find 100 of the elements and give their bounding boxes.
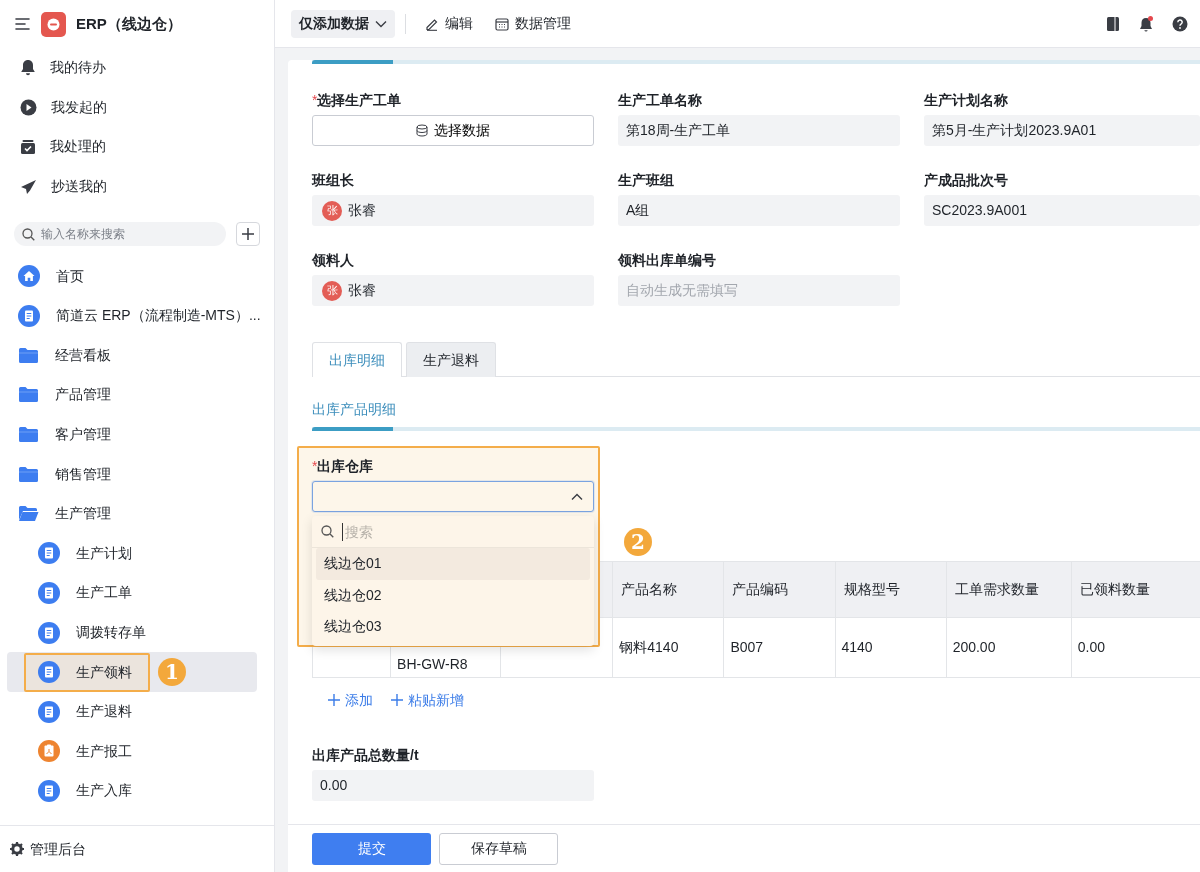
chevron-down-icon <box>375 19 387 28</box>
home-icon <box>18 265 40 288</box>
nav-item[interactable]: 生产报工 <box>7 731 257 772</box>
folder-icon <box>18 465 39 483</box>
column-header: 规格型号 <box>843 581 900 597</box>
nav-item[interactable]: 调拨转存单 <box>7 612 257 653</box>
nav-item[interactable]: 生产计划 <box>7 533 257 574</box>
step-badge: 1 <box>158 658 186 687</box>
nav-item-label: 生产领料 <box>76 662 132 682</box>
form-tab[interactable]: 出库明细 <box>312 342 402 377</box>
folder-icon <box>18 346 39 364</box>
nav-item-row[interactable]: 生产领料 1 <box>7 652 257 692</box>
dropdown-option[interactable]: 线边仓03 <box>316 611 590 643</box>
search-field[interactable]: 输入名称来搜索 <box>41 225 201 244</box>
send-icon <box>20 178 37 195</box>
menu-icon[interactable] <box>15 17 31 31</box>
plus-icon <box>328 694 340 706</box>
field-label: 生产计划名称 <box>924 91 1009 110</box>
nav-item[interactable]: 生产退料 <box>7 691 257 732</box>
form-tab[interactable]: 生产退料 <box>406 342 496 377</box>
table-cell: B007 <box>730 639 764 655</box>
search-icon <box>321 525 334 538</box>
dropdown-option[interactable]: 线边仓02 <box>316 579 590 611</box>
document-icon <box>38 621 60 644</box>
plus-icon <box>241 227 255 242</box>
gear-icon <box>10 842 24 856</box>
bell-icon <box>20 59 36 77</box>
pencil-icon <box>425 16 439 31</box>
total-field: 0.00 <box>312 770 594 801</box>
add-row-link[interactable]: 添加 <box>328 690 373 710</box>
dropdown-search-field[interactable]: 搜索 <box>342 522 542 541</box>
nav-item[interactable]: 首页 <box>7 256 257 296</box>
nav-item[interactable]: 生产管理 <box>7 493 257 534</box>
nav-item[interactable]: 销售管理 <box>7 454 257 494</box>
document-icon <box>38 542 60 565</box>
sidebar-shortcut[interactable]: 我发起的 <box>0 87 274 128</box>
nav-item[interactable]: 产品管理 <box>7 375 257 415</box>
field-label: 生产班组 <box>618 171 675 190</box>
search-icon <box>22 227 35 241</box>
inbox-icon <box>20 139 36 155</box>
field-label: *选择生产工单 <box>312 91 403 110</box>
document-icon <box>38 779 60 802</box>
sidebar-shortcut[interactable]: 我的待办 <box>0 48 274 88</box>
sidebar-shortcut[interactable]: 抄送我的 <box>0 166 274 207</box>
table-cell: 4140 <box>841 639 873 655</box>
nav-item[interactable]: 经营看板 <box>7 335 257 376</box>
table-cell: 0.00 <box>1077 639 1105 655</box>
sidebar-shortcut[interactable]: 我处理的 <box>0 127 274 167</box>
logo-mark-icon <box>47 17 60 31</box>
column-header: 产品编码 <box>732 581 789 597</box>
field-label: 生产工单名称 <box>618 91 703 110</box>
calendar-icon <box>495 16 509 31</box>
folder-icon <box>18 386 39 404</box>
nav-item[interactable]: 生产工单 <box>7 573 257 613</box>
clipboard-icon <box>38 740 60 763</box>
app-title: ERP（线边仓） <box>76 13 182 34</box>
admin-link[interactable]: 管理后台 <box>0 825 274 872</box>
mode-dropdown[interactable]: 仅添加数据 <box>291 9 395 38</box>
user-field: 张 张睿 <box>312 195 594 226</box>
help-icon[interactable] <box>1172 15 1188 32</box>
user-field: 张 张睿 <box>312 275 594 306</box>
nav-item[interactable]: 生产入库 <box>7 771 257 811</box>
field-label: 出库产品总数量/t <box>312 746 420 765</box>
field-label: 班组长 <box>312 171 355 190</box>
plus-icon <box>391 694 403 706</box>
nav-item[interactable]: 客户管理 <box>7 414 257 455</box>
data-manage-button[interactable]: 数据管理 <box>490 13 576 34</box>
add-row-link[interactable]: 粘贴新增 <box>391 690 464 710</box>
column-header: 产品名称 <box>621 581 678 597</box>
notebook-icon[interactable] <box>1106 15 1120 32</box>
step-badge: 2 <box>624 528 652 556</box>
add-button[interactable] <box>236 222 260 247</box>
search-box[interactable]: 输入名称来搜索 <box>14 222 226 247</box>
section-title: 出库产品明细 <box>312 400 397 419</box>
chevron-up-icon <box>571 492 583 501</box>
field-label: 领料人 <box>312 251 355 270</box>
column-header: 工单需求数量 <box>954 581 1039 597</box>
save-draft-button[interactable]: 保存草稿 <box>439 832 558 865</box>
document-icon <box>38 581 60 604</box>
submit-button[interactable]: 提交 <box>312 832 431 865</box>
dropdown-option[interactable]: 线边仓01 <box>316 548 590 580</box>
user-avatar: 张 <box>322 280 342 301</box>
folder-icon <box>18 426 39 444</box>
field-label: 领料出库单编号 <box>618 251 717 270</box>
play-icon <box>20 98 37 116</box>
user-avatar: 张 <box>322 200 342 221</box>
table-cell: BH-GW-R8 <box>397 656 468 672</box>
bell-icon[interactable] <box>1138 15 1154 32</box>
field-label: 产成品批次号 <box>924 171 1009 190</box>
open-folder-icon <box>18 505 39 523</box>
column-header: 已领料数量 <box>1079 581 1150 597</box>
document-icon <box>38 700 60 723</box>
select-data-button[interactable]: 选择数据 <box>312 115 594 146</box>
table-cell: 200.00 <box>952 639 996 655</box>
table-cell: 钢料4140 <box>619 639 679 655</box>
document-icon <box>38 661 60 684</box>
document-icon <box>18 304 40 327</box>
edit-button[interactable]: 编辑 <box>420 13 478 34</box>
field-label: *出库仓库 <box>312 457 375 476</box>
database-icon <box>416 124 428 137</box>
